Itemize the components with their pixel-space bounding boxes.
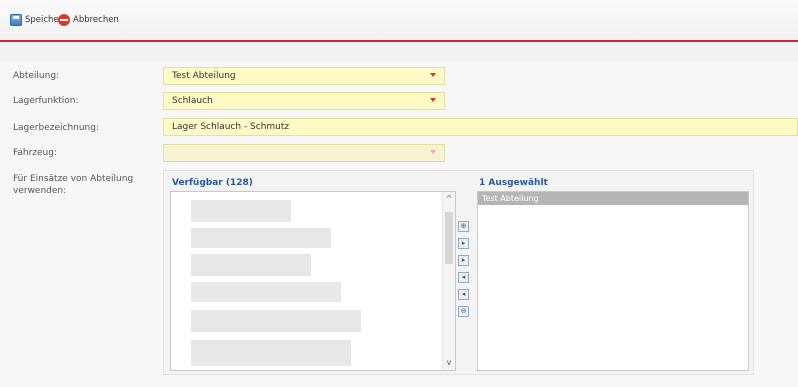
selected-list[interactable]: Test Abteilung (477, 191, 749, 371)
fahrzeug-select (163, 144, 445, 162)
cancel-button[interactable]: Abbrechen (58, 12, 119, 28)
scroll-up-icon[interactable]: ^ (445, 195, 453, 203)
cancel-icon (58, 14, 70, 26)
abteilung-label: Abteilung: (13, 71, 60, 81)
move-right-button[interactable]: ▸ (458, 238, 469, 249)
list-item[interactable] (191, 340, 351, 366)
list-item[interactable] (191, 282, 341, 302)
move-all-right-button[interactable]: ⊕ (458, 221, 469, 232)
lagerbezeichnung-input[interactable]: Lager Schlauch - Schmutz (163, 118, 798, 136)
move-right-button[interactable]: ▸ (458, 255, 469, 266)
header-band (0, 42, 798, 62)
fahrzeug-label: Fahrzeug: (13, 148, 57, 158)
lagerfunktion-value: Schlauch (172, 96, 213, 106)
dropdown-arrow-icon (429, 148, 438, 157)
available-title: Verfügbar (128) (172, 178, 253, 188)
abteilung-select[interactable]: Test Abteilung (163, 67, 445, 85)
lagerbezeichnung-value: Lager Schlauch - Schmutz (172, 122, 290, 132)
move-all-left-button[interactable]: ⊖ (458, 306, 469, 317)
cancel-label: Abbrechen (73, 15, 119, 25)
lagerfunktion-label: Lagerfunktion: (13, 96, 79, 106)
einsaetze-label-line1: Für Einsätze von Abteilung (13, 174, 134, 184)
scroll-thumb[interactable] (445, 212, 453, 264)
selected-item[interactable]: Test Abteilung (478, 192, 748, 205)
selected-title: 1 Ausgewählt (479, 178, 548, 188)
lagerfunktion-select[interactable]: Schlauch (163, 92, 445, 110)
move-left-button[interactable]: ◂ (458, 289, 469, 300)
einsaetze-label: Für Einsätze von Abteilung verwenden: (13, 173, 133, 197)
list-item[interactable] (191, 254, 311, 276)
toolbar: Speichern Abbrechen (0, 0, 798, 42)
list-item[interactable] (191, 200, 291, 222)
abteilung-value: Test Abteilung (172, 71, 236, 81)
lagerbezeichnung-label: Lagerbezeichnung: (13, 123, 100, 133)
dropdown-arrow-icon[interactable] (429, 71, 438, 80)
move-left-button[interactable]: ◂ (458, 272, 469, 283)
einsaetze-label-line2: verwenden: (13, 186, 67, 196)
available-scrollbar[interactable]: ^ v (442, 192, 455, 370)
dropdown-arrow-icon[interactable] (429, 96, 438, 105)
save-icon (10, 14, 22, 26)
list-item[interactable] (191, 310, 361, 332)
list-item[interactable] (191, 228, 331, 248)
available-list[interactable]: ^ v (170, 191, 456, 371)
scroll-down-icon[interactable]: v (445, 359, 453, 367)
